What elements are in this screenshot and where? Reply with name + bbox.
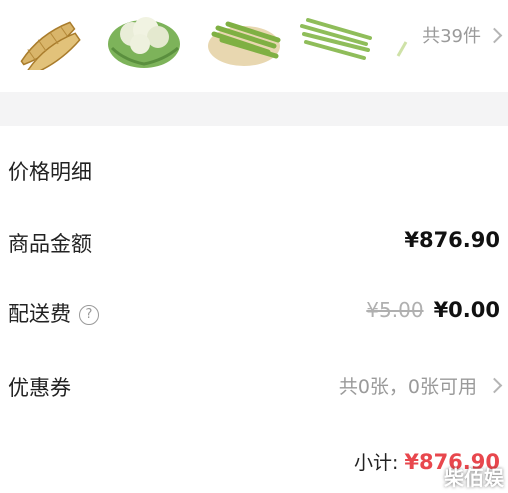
cauliflower-icon[interactable] <box>104 4 184 70</box>
goods-thumbnail-strip[interactable]: 共39件 <box>0 0 508 92</box>
coupon-row[interactable]: 优惠券 共0张，0张可用 <box>0 366 508 406</box>
subtotal-label: 小计: <box>353 452 399 474</box>
goods-count-label: 共39件 <box>422 26 481 47</box>
price-detail-title: 价格明细 <box>8 160 92 184</box>
chevron-right-icon <box>486 377 503 394</box>
section-divider <box>0 92 508 126</box>
help-question-icon[interactable]: ? <box>79 305 99 325</box>
shipping-fee-value: ¥0.00 <box>433 298 500 322</box>
goods-amount-value: ¥876.90 <box>404 228 500 252</box>
shipping-fee-row: 配送费? ¥5.00 ¥0.00 <box>0 292 508 332</box>
shipping-fee-label-wrap: 配送费? <box>8 298 99 328</box>
goods-amount-label: 商品金额 <box>8 232 92 256</box>
coupon-label: 优惠券 <box>8 376 71 400</box>
goods-amount-row: 商品金额 ¥876.90 <box>0 222 508 262</box>
watermark-text: 柴佰娱 <box>444 466 504 490</box>
chevron-right-icon <box>486 27 503 43</box>
price-detail-header: 价格明细 <box>0 150 508 190</box>
goods-count-link[interactable]: 共39件 <box>422 20 503 50</box>
price-detail-card: 价格明细 商品金额 ¥876.90 配送费? ¥5.00 ¥0.00 优惠券 共… <box>0 126 508 493</box>
shipping-fee-label: 配送费 <box>8 302 71 326</box>
partial-vegetable-icon <box>392 4 416 70</box>
long-beans-icon[interactable] <box>296 4 376 70</box>
shipping-original-price: ¥5.00 <box>366 298 424 322</box>
green-beans-icon[interactable] <box>204 4 284 70</box>
coupon-status: 共0张，0张可用 <box>338 376 477 398</box>
bamboo-shoot-icon[interactable] <box>6 4 86 70</box>
